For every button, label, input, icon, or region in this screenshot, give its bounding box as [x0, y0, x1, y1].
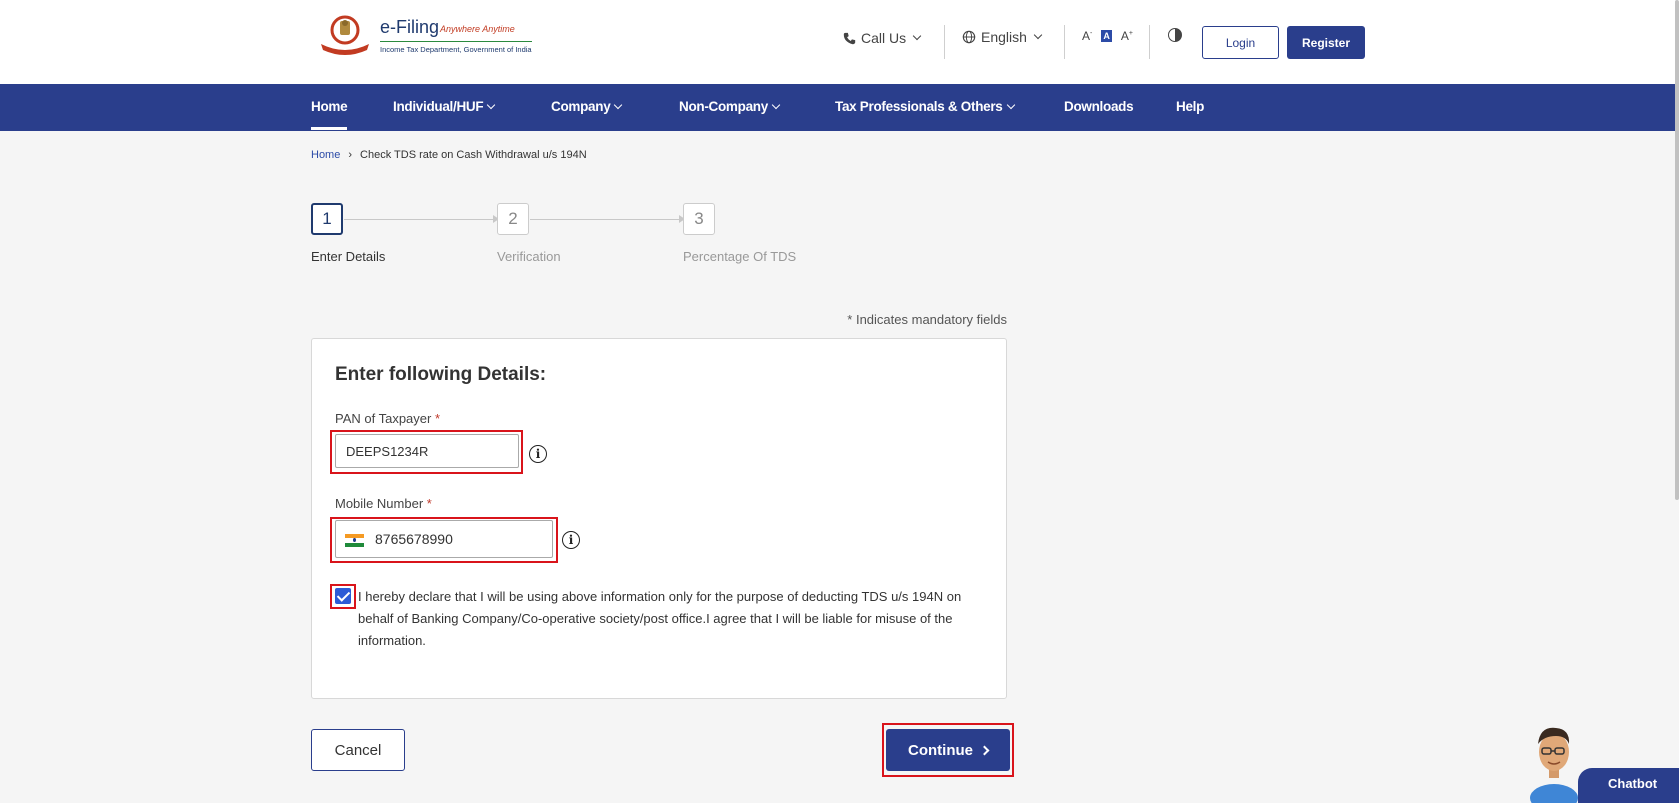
- india-flag-icon[interactable]: [345, 534, 364, 547]
- mobile-field[interactable]: [335, 520, 553, 558]
- chevron-down-icon: [771, 100, 781, 109]
- step-connector: [344, 215, 499, 223]
- logo-tagline: Anywhere Anytime: [440, 24, 515, 34]
- nav-item-home[interactable]: Home: [311, 99, 348, 130]
- nav-item-tax-professionals[interactable]: Tax Professionals & Others: [835, 99, 1015, 114]
- font-size-controls: A- A A+: [1082, 29, 1133, 43]
- font-increase-button[interactable]: A+: [1121, 29, 1133, 43]
- chevron-down-icon: [1033, 30, 1043, 40]
- required-mark: *: [434, 411, 441, 426]
- continue-button[interactable]: Continue: [886, 729, 1010, 771]
- logo-subtitle: Income Tax Department, Government of Ind…: [380, 41, 532, 54]
- chatbot-label: Chatbot: [1608, 776, 1658, 791]
- globe-icon: [962, 30, 976, 44]
- main-nav: Home Individual/HUF Company Non-Company …: [0, 84, 1679, 131]
- breadcrumb-home-link[interactable]: Home: [311, 149, 340, 161]
- pan-label: PAN of Taxpayer *: [335, 411, 441, 426]
- step-1-label: Enter Details: [311, 249, 386, 264]
- nav-item-label: Downloads: [1064, 99, 1134, 114]
- chevron-right-icon: [979, 745, 990, 755]
- login-button[interactable]: Login: [1202, 26, 1279, 59]
- logo-title: e-Filing: [380, 17, 440, 37]
- divider: [944, 25, 945, 59]
- nav-item-label: Tax Professionals & Others: [835, 99, 1003, 114]
- contrast-icon[interactable]: [1168, 28, 1182, 42]
- chevron-down-icon: [614, 100, 623, 109]
- nav-item-downloads[interactable]: Downloads: [1064, 99, 1134, 114]
- mobile-input[interactable]: [375, 529, 545, 549]
- nav-item-label: Non-Company: [679, 99, 768, 114]
- call-us-dropdown[interactable]: Call Us: [843, 30, 922, 46]
- step-2-label: Verification: [497, 249, 561, 264]
- step-3-label: Percentage Of TDS: [683, 249, 797, 264]
- details-form-card: Enter following Details: PAN of Taxpayer…: [311, 338, 1007, 699]
- progress-stepper: 1 2 3 Enter Details Verification Percent…: [311, 203, 831, 264]
- language-label: English: [981, 29, 1027, 45]
- font-decrease-button[interactable]: A-: [1082, 29, 1092, 43]
- nav-item-non-company[interactable]: Non-Company: [679, 99, 781, 114]
- phone-icon: [843, 32, 856, 44]
- chevron-down-icon: [1006, 100, 1015, 109]
- step-connector: [530, 215, 685, 223]
- form-title: Enter following Details:: [335, 364, 547, 385]
- nav-item-help[interactable]: Help: [1176, 99, 1204, 114]
- chatbot-avatar-icon: [1530, 727, 1578, 803]
- call-us-label: Call Us: [861, 30, 907, 46]
- pan-info-icon[interactable]: i: [529, 445, 547, 463]
- step-1-indicator: 1: [311, 203, 343, 235]
- declaration-checkbox[interactable]: [335, 588, 351, 604]
- efiling-logo[interactable]: e-Filing Anywhere Anytime Income Tax Dep…: [317, 14, 532, 56]
- required-mark: *: [426, 496, 432, 511]
- nav-item-company[interactable]: Company: [551, 99, 623, 114]
- breadcrumb-current: Check TDS rate on Cash Withdrawal u/s 19…: [360, 149, 587, 161]
- nav-item-label: Home: [311, 99, 348, 114]
- top-header: e-Filing Anywhere Anytime Income Tax Dep…: [0, 0, 1679, 84]
- mobile-label: Mobile Number *: [335, 496, 432, 511]
- pan-input[interactable]: [335, 434, 519, 468]
- continue-label: Continue: [908, 741, 973, 759]
- divider: [1064, 25, 1065, 59]
- national-emblem-icon: [321, 15, 369, 55]
- step-3-indicator: 3: [683, 203, 715, 235]
- nav-item-individual-huf[interactable]: Individual/HUF: [393, 99, 496, 114]
- chevron-down-icon: [912, 31, 922, 41]
- chatbot-widget[interactable]: Chatbot: [1526, 718, 1679, 803]
- breadcrumb-separator: ›: [348, 149, 353, 161]
- language-dropdown[interactable]: English: [962, 29, 1043, 45]
- mobile-info-icon[interactable]: i: [562, 531, 580, 549]
- breadcrumb: Home › Check TDS rate on Cash Withdrawal…: [311, 149, 587, 161]
- mandatory-note: * Indicates mandatory fields: [847, 312, 1007, 327]
- scrollbar[interactable]: [1675, 0, 1679, 500]
- nav-item-label: Individual/HUF: [393, 99, 484, 114]
- chevron-down-icon: [487, 100, 496, 109]
- step-2-indicator: 2: [497, 203, 529, 235]
- declaration-text: I hereby declare that I will be using ab…: [358, 589, 962, 648]
- font-default-button[interactable]: A: [1101, 30, 1112, 42]
- divider: [1149, 25, 1150, 59]
- cancel-button[interactable]: Cancel: [311, 729, 405, 771]
- register-button[interactable]: Register: [1287, 26, 1365, 59]
- nav-item-label: Help: [1176, 99, 1205, 114]
- nav-item-label: Company: [551, 99, 611, 114]
